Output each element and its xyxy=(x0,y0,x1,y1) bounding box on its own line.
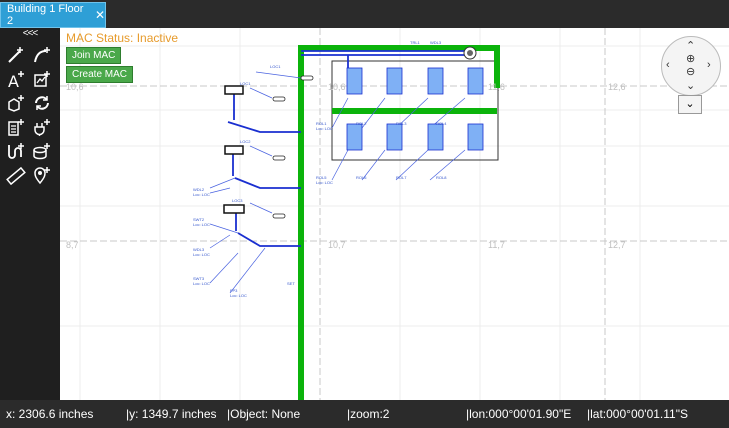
grid-label: 11,7 xyxy=(488,240,505,250)
drawing-toolbar: <<< A xyxy=(0,28,60,400)
longitude: |lon:000°00'01.90"E xyxy=(466,407,572,421)
floor-plan-canvas[interactable]: LOC1 LOC1 LOC2 LOC3 WDL2 Loc: LOC SWT2 Loc: LO… xyxy=(60,28,729,400)
pan-right-icon[interactable]: › xyxy=(707,59,711,71)
grid-label: 10,6 xyxy=(66,82,84,92)
pan-up-icon[interactable]: ⌃ xyxy=(686,39,695,52)
x-coordinate: x: 2306.6 inches xyxy=(6,407,94,421)
collapse-navigation-icon[interactable]: ⌄ xyxy=(678,95,702,114)
navigation-control: ⌃ ‹ › ⊕ ⊖ ⌄ xyxy=(661,36,721,96)
svg-text:ROL4: ROL4 xyxy=(436,121,447,126)
svg-text:SET: SET xyxy=(287,281,295,286)
svg-text:LOC2: LOC2 xyxy=(240,139,251,144)
grid-label: 12,7 xyxy=(608,240,626,250)
draw-line-icon[interactable] xyxy=(4,44,28,66)
svg-text:Loc: LOC: Loc: LOC xyxy=(230,293,247,298)
svg-text:ROL7: ROL7 xyxy=(396,175,407,180)
add-rack-icon[interactable] xyxy=(4,116,28,138)
svg-text:WDL3: WDL3 xyxy=(430,40,442,45)
grid-label: 12,6 xyxy=(608,82,626,92)
svg-text:A: A xyxy=(8,72,19,89)
measure-ruler-icon[interactable] xyxy=(4,164,28,186)
latitude: |lat:000°00'01.11"S xyxy=(587,407,688,421)
draw-curve-icon[interactable] xyxy=(30,44,54,66)
svg-text:Loc: LOC: Loc: LOC xyxy=(316,126,333,131)
rotate-icon[interactable] xyxy=(30,92,54,114)
svg-text:TRL1: TRL1 xyxy=(410,40,421,45)
pan-left-icon[interactable]: ‹ xyxy=(666,59,670,71)
mac-status-text: MAC Status: Inactive xyxy=(66,31,179,45)
zoom-in-icon[interactable]: ⊕ xyxy=(686,52,695,65)
add-plug-icon[interactable] xyxy=(30,116,54,138)
status-bar: x: 2306.6 inches |y: 1349.7 inches |Obje… xyxy=(0,400,729,428)
svg-text:ROL3: ROL3 xyxy=(396,121,407,126)
zoom-level: |zoom:2 xyxy=(347,407,390,421)
floor-plan-drawing: LOC1LOC1LOC2LOC3 WDL2Loc: LOCSWT2Loc: LO… xyxy=(60,28,729,400)
svg-text:Loc: LOC: Loc: LOC xyxy=(316,180,333,185)
svg-text:Loc: LOC: Loc: LOC xyxy=(193,252,210,257)
add-cube-icon[interactable] xyxy=(4,92,28,114)
y-coordinate: |y: 1349.7 inches xyxy=(126,407,217,421)
grid-label: 11,6 xyxy=(488,82,505,92)
svg-text:Loc: LOC: Loc: LOC xyxy=(193,281,210,286)
create-mac-button[interactable]: Create MAC xyxy=(66,66,134,83)
tab-bar: Building 1 Floor 2 ✕ xyxy=(0,0,729,28)
zoom-out-icon[interactable]: ⊖ xyxy=(686,65,695,78)
add-chart-icon[interactable] xyxy=(30,68,54,90)
grid-label: 8,7 xyxy=(66,240,79,250)
add-text-icon[interactable]: A xyxy=(4,68,28,90)
svg-text:LOC1: LOC1 xyxy=(270,64,281,69)
add-location-icon[interactable] xyxy=(30,164,54,186)
svg-text:LOC3: LOC3 xyxy=(232,198,243,203)
tab-building-floor[interactable]: Building 1 Floor 2 ✕ xyxy=(0,2,106,28)
grid-label: 10,7 xyxy=(328,240,346,250)
svg-text:ROL2: ROL2 xyxy=(356,121,367,126)
add-path-icon[interactable] xyxy=(4,140,28,162)
svg-text:LOC1: LOC1 xyxy=(240,81,251,86)
pan-down-icon[interactable]: ⌄ xyxy=(686,79,695,92)
grid-label: 10,6 xyxy=(328,82,346,92)
join-mac-button[interactable]: Join MAC xyxy=(66,47,122,64)
close-icon[interactable]: ✕ xyxy=(95,8,105,22)
svg-text:ROL8: ROL8 xyxy=(436,175,447,180)
add-cylinder-icon[interactable] xyxy=(30,140,54,162)
svg-text:ROL6: ROL6 xyxy=(356,175,367,180)
collapse-toolbar-button[interactable]: <<< xyxy=(0,28,60,40)
selected-object: |Object: None xyxy=(227,407,301,421)
svg-text:Loc: LOC: Loc: LOC xyxy=(193,222,210,227)
tab-title: Building 1 Floor 2 xyxy=(7,3,84,27)
svg-text:Loc: LOC: Loc: LOC xyxy=(193,192,210,197)
